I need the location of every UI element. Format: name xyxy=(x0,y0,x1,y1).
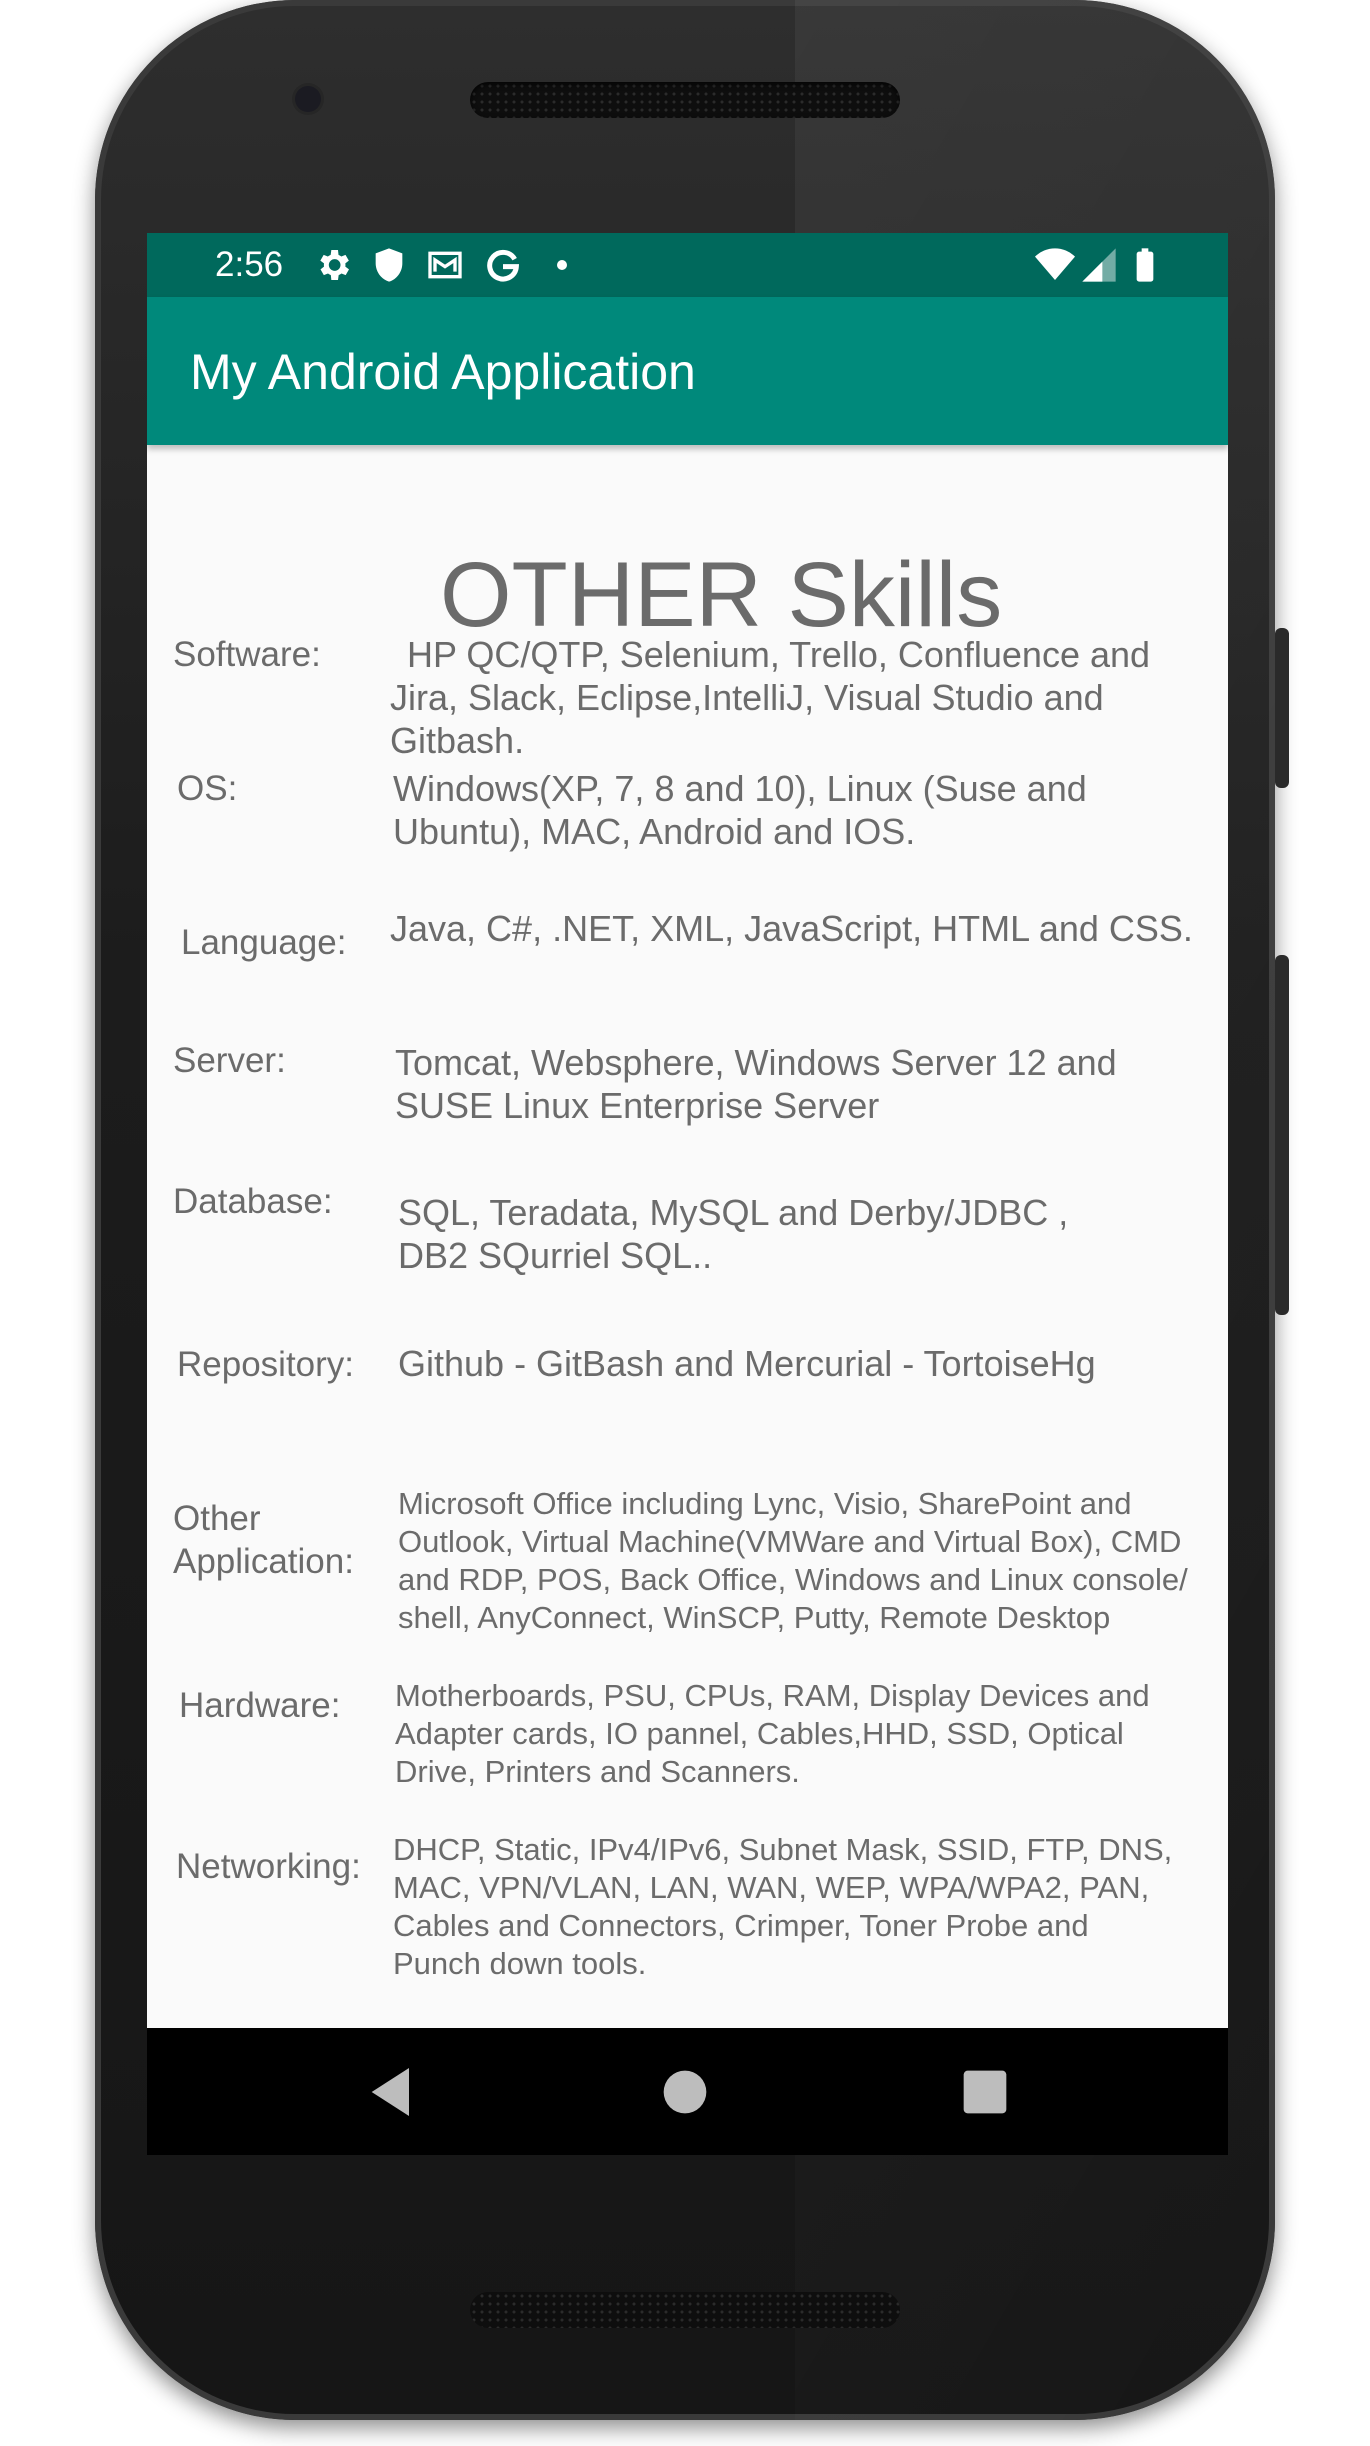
gear-icon xyxy=(320,250,349,280)
home-icon[interactable] xyxy=(653,2060,717,2124)
front-camera xyxy=(295,86,321,112)
earpiece-speaker xyxy=(470,82,900,118)
skill-value-software: HP QC/QTP, Selenium, Trello, Confluence … xyxy=(390,634,1151,761)
skill-label-repository: Repository: xyxy=(177,1345,355,1384)
wifi-icon xyxy=(1035,248,1075,280)
skill-label-hardware: Hardware: xyxy=(179,1686,341,1725)
battery-icon xyxy=(1136,248,1154,282)
skill-value-database: SQL, Teradata, MySQL and Derby/JDBC , DB… xyxy=(398,1192,1069,1276)
shield-icon xyxy=(375,248,403,282)
skill-label-software: Software: xyxy=(173,635,321,674)
screen: 2:56 My Android Application OTHER Skills… xyxy=(147,233,1228,2155)
power-button xyxy=(1275,955,1289,1315)
skill-label-language: Language: xyxy=(181,923,347,962)
skill-label-server: Server: xyxy=(173,1041,286,1080)
mail-icon xyxy=(428,251,462,279)
navigation-bar xyxy=(147,2028,1228,2155)
skill-value-repository: Github - GitBash and Mercurial - Tortois… xyxy=(398,1343,1096,1384)
skill-label-other-application: Other Application: xyxy=(173,1499,354,1581)
status-bar: 2:56 xyxy=(147,233,1228,297)
signal-icon xyxy=(1082,248,1116,282)
skill-value-language: Java, C#, .NET, XML, JavaScript, HTML an… xyxy=(390,908,1193,949)
bottom-speaker xyxy=(470,2292,900,2328)
skills-content: OTHER Skills Software: HP QC/QTP, Seleni… xyxy=(147,445,1228,2025)
status-time: 2:56 xyxy=(215,245,284,284)
google-icon xyxy=(487,249,520,282)
back-icon[interactable] xyxy=(361,2060,425,2124)
volume-button xyxy=(1275,628,1289,788)
skill-value-other-application: Microsoft Office including Lync, Visio, … xyxy=(398,1486,1188,1635)
dot-icon xyxy=(557,260,567,270)
skill-label-database: Database: xyxy=(173,1182,333,1221)
skill-value-server: Tomcat, Websphere, Windows Server 12 and… xyxy=(395,1042,1117,1126)
app-bar: My Android Application xyxy=(147,297,1228,445)
skill-value-networking: DHCP, Static, IPv4/IPv6, Subnet Mask, SS… xyxy=(393,1832,1173,1981)
skill-label-networking: Networking: xyxy=(176,1847,361,1886)
skill-value-os: Windows(XP, 7, 8 and 10), Linux (Suse an… xyxy=(393,768,1087,852)
recents-icon[interactable] xyxy=(953,2060,1017,2124)
app-title: My Android Application xyxy=(190,344,696,400)
skill-label-os: OS: xyxy=(177,769,238,808)
skill-value-hardware: Motherboards, PSU, CPUs, RAM, Display De… xyxy=(395,1678,1150,1789)
